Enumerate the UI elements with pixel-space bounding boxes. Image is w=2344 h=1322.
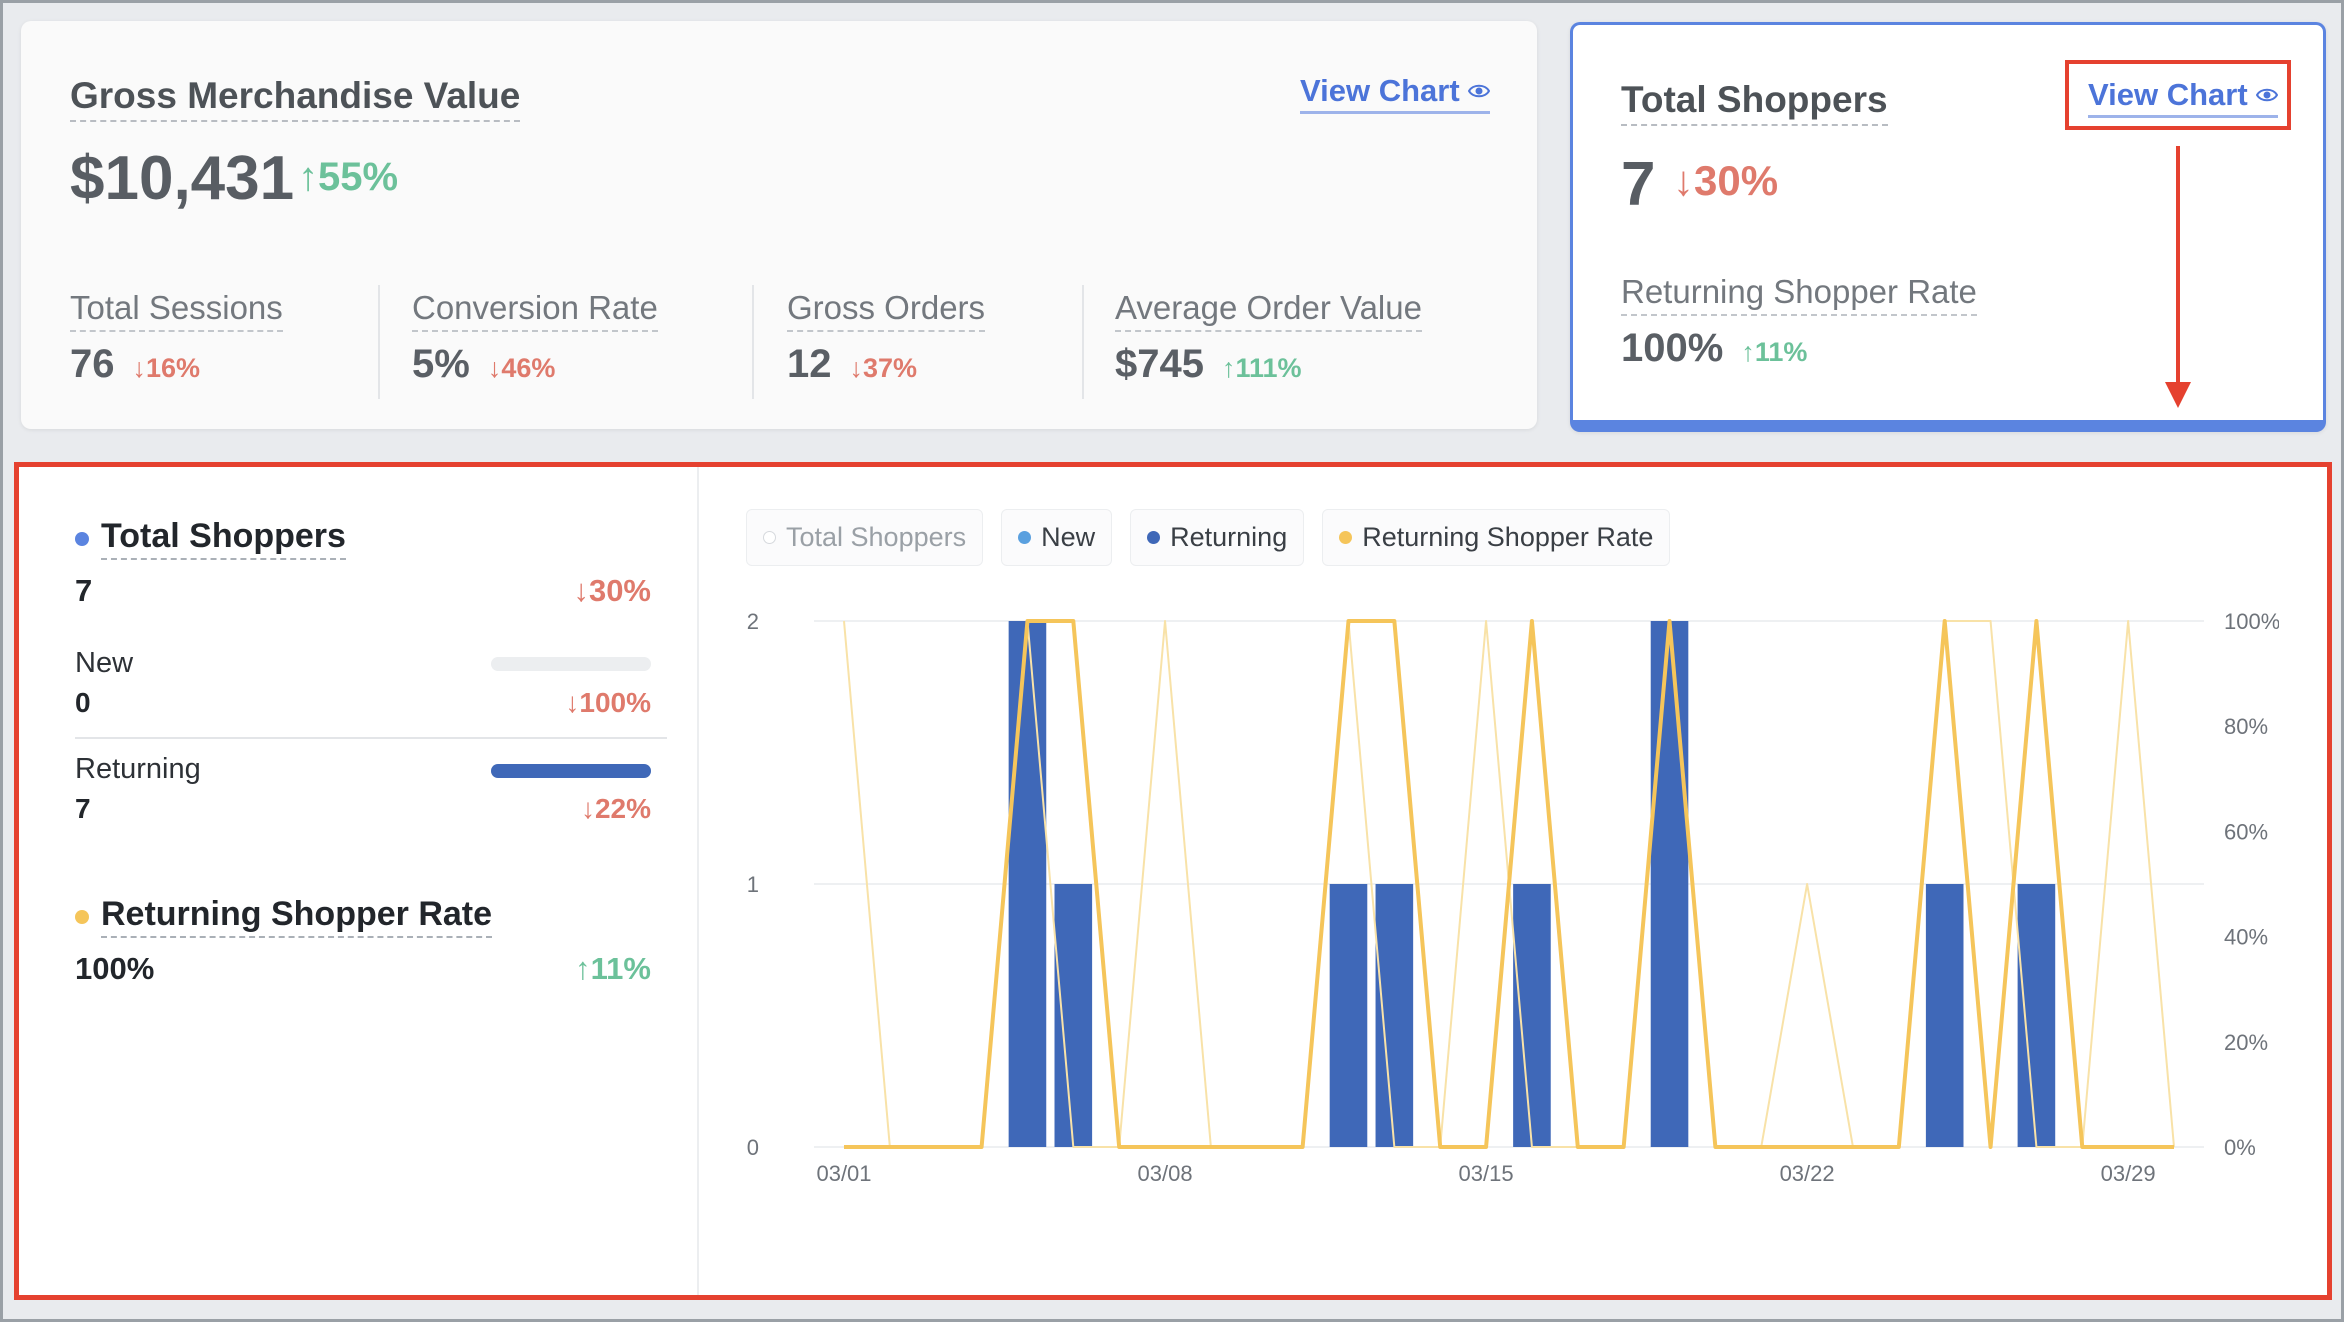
legend-item-total-shoppers[interactable]: Total Shoppers — [746, 509, 984, 566]
returning-share-fill — [491, 764, 651, 778]
highlight-box — [2065, 60, 2291, 130]
metric-delta: ↑111% — [1221, 353, 1302, 383]
shoppers-detail-panel: Total Shoppers 7 ↓30% New 0 ↓100% Return… — [14, 462, 2332, 1300]
detail-new-delta: ↓100% — [565, 687, 651, 718]
series-dot — [75, 531, 89, 546]
y-right-tick-label: 20% — [2224, 1030, 2268, 1055]
y-right-tick-label: 100% — [2224, 609, 2279, 634]
divider — [75, 737, 667, 739]
metric-label[interactable]: Gross Orders — [787, 289, 986, 332]
metric-average-order-value: Average Order Value $745 ↑111% — [1115, 289, 1422, 387]
returning-share-bar — [491, 764, 651, 778]
metric-delta: ↓46% — [487, 353, 556, 383]
detail-returning-value: 7 — [75, 793, 91, 824]
eye-icon — [1467, 84, 1490, 98]
bar-returning — [1329, 884, 1368, 1147]
metric-returning-shopper-rate: Returning Shopper Rate 100% ↑11% — [1621, 273, 1977, 371]
annotation-arrow-head — [2165, 382, 2191, 408]
bar-returning — [1513, 884, 1551, 1147]
total-shoppers-value: 7 — [1621, 150, 1656, 219]
detail-returning-label: Returning — [75, 753, 201, 785]
gmv-title[interactable]: Gross Merchandise Value — [70, 75, 521, 122]
y-left-tick-label: 1 — [747, 872, 759, 897]
metric-total-sessions: Total Sessions 76 ↓16% — [70, 289, 283, 387]
legend-item-returning[interactable]: Returning — [1130, 509, 1305, 566]
detail-returning-rate-value: 100% — [75, 951, 155, 986]
y-left-tick-label: 0 — [747, 1135, 759, 1160]
gmv-view-chart-link[interactable]: View Chart — [1300, 73, 1490, 114]
metric-delta: ↓37% — [849, 353, 918, 383]
divider — [752, 285, 754, 399]
metric-label[interactable]: Total Sessions — [70, 289, 283, 332]
detail-summary: Total Shoppers 7 ↓30% New 0 ↓100% Return… — [19, 467, 699, 1295]
metric-value: $745 — [1115, 342, 1204, 386]
divider — [1082, 285, 1084, 399]
gmv-card: Gross Merchandise Value View Chart $10,4… — [21, 21, 1537, 429]
bar-returning — [1008, 621, 1047, 1147]
y-right-tick-label: 40% — [2224, 925, 2268, 950]
metric-value: 5% — [412, 342, 470, 386]
x-tick-label: 03/08 — [1138, 1161, 1193, 1186]
metric-value: 12 — [787, 342, 832, 386]
metric-delta: ↑11% — [1741, 337, 1808, 367]
gmv-value: $10,431 — [70, 144, 295, 213]
divider — [378, 285, 380, 399]
legend-label: Returning Shopper Rate — [1362, 522, 1654, 552]
bar-returning — [1054, 884, 1093, 1147]
metric-conversion-rate: Conversion Rate 5% ↓46% — [412, 289, 658, 387]
legend-dot — [1018, 531, 1032, 544]
legend-dot — [1147, 531, 1161, 544]
metric-gross-orders: Gross Orders 12 ↓37% — [787, 289, 986, 387]
legend-dot — [763, 531, 776, 544]
detail-new-value: 0 — [75, 687, 91, 718]
detail-total-shoppers-value: 7 — [75, 573, 93, 608]
bar-returning — [2017, 884, 2056, 1147]
metric-label[interactable]: Conversion Rate — [412, 289, 658, 332]
y-right-tick-label: 60% — [2224, 819, 2268, 844]
metric-label[interactable]: Returning Shopper Rate — [1621, 273, 1977, 316]
detail-returning-rate-title[interactable]: Returning Shopper Rate — [75, 895, 493, 938]
detail-returning-delta: ↓22% — [580, 793, 651, 824]
y-right-tick-label: 0% — [2224, 1135, 2256, 1160]
legend-label: Total Shoppers — [786, 522, 967, 552]
bar-returning — [1925, 884, 1964, 1147]
series-dot — [75, 909, 89, 924]
y-right-tick-label: 80% — [2224, 714, 2268, 739]
metric-value: 100% — [1621, 326, 1724, 370]
detail-returning-rate-delta: ↑11% — [575, 951, 651, 986]
legend-label: New — [1041, 522, 1096, 552]
y-left-tick-label: 2 — [747, 609, 759, 634]
detail-total-shoppers-delta: ↓30% — [573, 573, 651, 608]
metric-value: 76 — [70, 342, 115, 386]
legend-dot — [1339, 531, 1353, 544]
bar-returning — [1650, 621, 1689, 1147]
x-tick-label: 03/29 — [2101, 1161, 2156, 1186]
metric-delta: ↓16% — [132, 353, 201, 383]
x-tick-label: 03/15 — [1459, 1161, 1514, 1186]
metric-label[interactable]: Average Order Value — [1115, 289, 1422, 332]
new-share-bar — [491, 657, 651, 671]
total-shoppers-delta: ↓30% — [1673, 157, 1779, 204]
gmv-view-chart-label: View Chart — [1300, 73, 1460, 108]
gmv-delta: ↑55% — [298, 155, 399, 199]
detail-total-shoppers-title[interactable]: Total Shoppers — [75, 517, 346, 560]
total-shoppers-title[interactable]: Total Shoppers — [1621, 79, 1888, 126]
legend-item-returning-shopper-rate[interactable]: Returning Shopper Rate — [1322, 509, 1671, 566]
shoppers-chart[interactable]: 0120%20%40%60%80%100%03/01 03/08 03/15 03/2… — [719, 577, 2279, 1277]
legend-label: Returning — [1170, 522, 1288, 552]
x-tick-label: 03/01 — [816, 1161, 871, 1186]
x-tick-label: 03/22 — [1780, 1161, 1835, 1186]
bar-returning — [1375, 884, 1414, 1147]
detail-new-label: New — [75, 647, 134, 679]
chart-legend: Total Shoppers New Returning Returning S… — [746, 509, 1671, 566]
annotation-arrow — [2176, 146, 2180, 386]
legend-item-new[interactable]: New — [1001, 509, 1113, 566]
